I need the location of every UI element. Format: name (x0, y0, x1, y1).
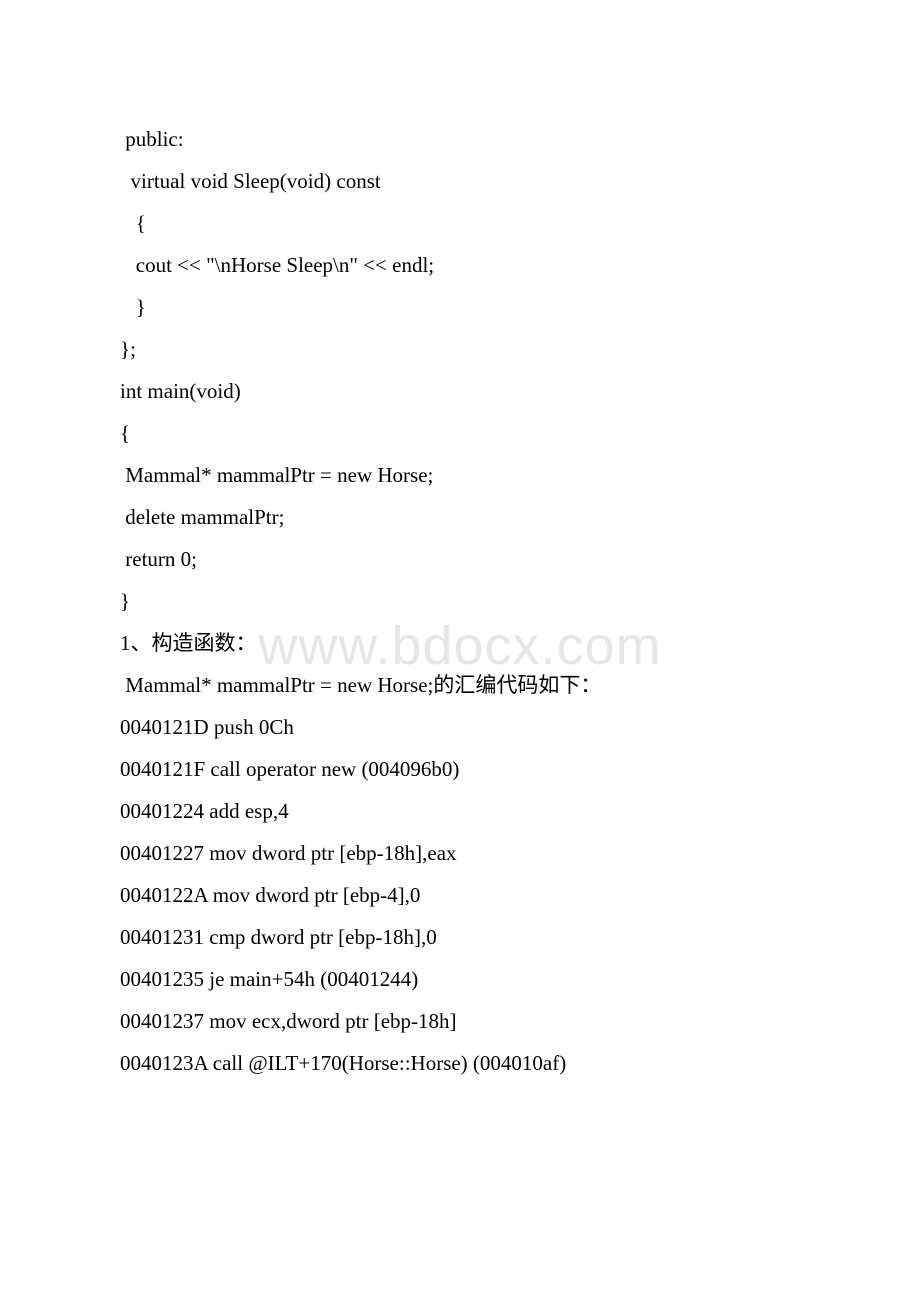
code-line: }; (120, 328, 800, 370)
code-line: 1、构造函数： (120, 622, 800, 664)
document-content: public: virtual void Sleep(void) const {… (0, 0, 920, 1084)
code-line: 0040123A call @ILT+170(Horse::Horse) (00… (120, 1042, 800, 1084)
code-line: delete mammalPtr; (120, 496, 800, 538)
code-line: virtual void Sleep(void) const (120, 160, 800, 202)
code-line: } (120, 580, 800, 622)
code-line: Mammal* mammalPtr = new Horse;的汇编代码如下： (120, 664, 800, 706)
code-line: { (120, 412, 800, 454)
code-line: cout << "\nHorse Sleep\n" << endl; (120, 244, 800, 286)
code-line: 0040122A mov dword ptr [ebp-4],0 (120, 874, 800, 916)
code-line: { (120, 202, 800, 244)
code-line: 00401224 add esp,4 (120, 790, 800, 832)
code-line: 00401231 cmp dword ptr [ebp-18h],0 (120, 916, 800, 958)
code-line: Mammal* mammalPtr = new Horse; (120, 454, 800, 496)
code-line: 00401237 mov ecx,dword ptr [ebp-18h] (120, 1000, 800, 1042)
code-line: 0040121D push 0Ch (120, 706, 800, 748)
code-line: 00401235 je main+54h (00401244) (120, 958, 800, 1000)
code-line: } (120, 286, 800, 328)
code-line: public: (120, 118, 800, 160)
code-line: 00401227 mov dword ptr [ebp-18h],eax (120, 832, 800, 874)
code-line: int main(void) (120, 370, 800, 412)
code-line: 0040121F call operator new (004096b0) (120, 748, 800, 790)
code-line: return 0; (120, 538, 800, 580)
